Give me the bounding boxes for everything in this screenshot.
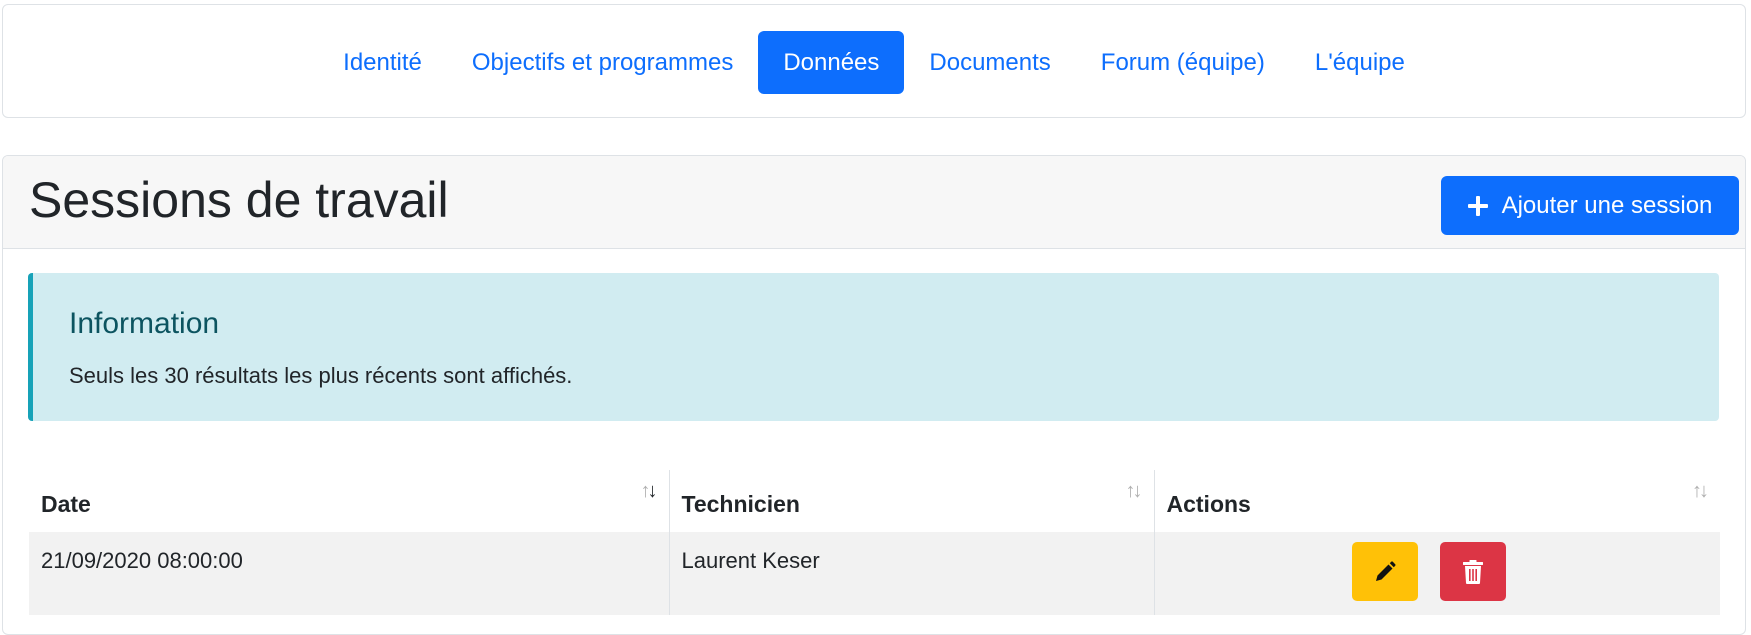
cell-actions	[1154, 532, 1720, 615]
column-header-technicien[interactable]: Technicien ↑↓	[669, 470, 1155, 532]
column-header-date[interactable]: Date ↑↓	[29, 470, 670, 532]
column-header-actions[interactable]: Actions ↑↓	[1154, 470, 1720, 532]
tab-documents[interactable]: Documents	[904, 31, 1075, 94]
column-label-technicien: Technicien	[681, 491, 800, 517]
pencil-icon	[1375, 560, 1396, 581]
alert-heading: Information	[69, 307, 220, 340]
cell-technician: Laurent Keser	[669, 532, 1155, 615]
plus-icon	[1467, 195, 1488, 216]
card-header: Sessions de travail Ajouter une session	[3, 156, 1745, 249]
sessions-table: Date ↑↓ Technicien ↑↓ Actions ↑↓ 21/09/2…	[29, 470, 1720, 615]
add-session-button[interactable]: Ajouter une session	[1441, 176, 1739, 235]
sort-icon[interactable]: ↑↓	[1126, 480, 1143, 503]
info-alert: Information Seuls les 30 résultats les p…	[28, 273, 1719, 421]
tab-objectifs-et-programmes[interactable]: Objectifs et programmes	[447, 31, 758, 94]
delete-button[interactable]	[1439, 542, 1506, 601]
tab-donnees[interactable]: Données	[758, 31, 905, 94]
edit-button[interactable]	[1351, 542, 1418, 601]
nav-card: Identité Objectifs et programmes Données…	[2, 4, 1746, 118]
table-row: 21/09/2020 08:00:00 Laurent Keser	[29, 532, 1720, 615]
trash-icon	[1462, 559, 1483, 584]
page-title: Sessions de travail	[29, 172, 449, 228]
sort-descending-icon[interactable]: ↑↓	[641, 480, 658, 503]
nav-tabs: Identité Objectifs et programmes Données…	[3, 31, 1745, 94]
column-label-actions: Actions	[1166, 491, 1251, 517]
tab-equipe[interactable]: L'équipe	[1290, 31, 1430, 94]
sort-icon[interactable]: ↑↓	[1692, 480, 1709, 503]
column-label-date: Date	[41, 491, 91, 517]
alert-text: Seuls les 30 résultats les plus récents …	[69, 363, 573, 388]
table-header-row: Date ↑↓ Technicien ↑↓ Actions ↑↓	[29, 470, 1720, 532]
sessions-card: Sessions de travail Ajouter une session …	[2, 155, 1746, 635]
cell-date: 21/09/2020 08:00:00	[29, 532, 670, 615]
tab-identite[interactable]: Identité	[318, 31, 447, 94]
add-session-label: Ajouter une session	[1501, 191, 1713, 219]
tab-forum-equipe[interactable]: Forum (équipe)	[1076, 31, 1290, 94]
